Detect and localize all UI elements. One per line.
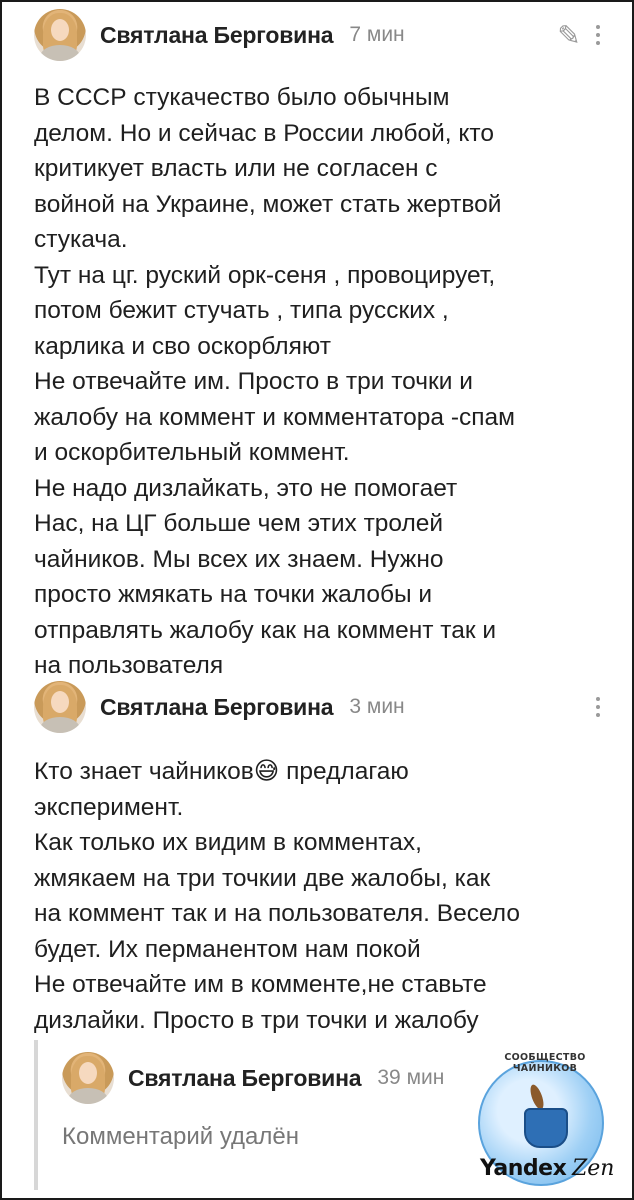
more-dots-icon[interactable] (586, 690, 610, 724)
reply-thread-line (34, 1040, 38, 1190)
comment-time: 3 мин (349, 695, 405, 718)
avatar[interactable] (34, 681, 86, 733)
pencil-icon[interactable]: ✎ (552, 18, 586, 52)
comment-text: В СССР стукачество было обычным делом. Н… (34, 84, 515, 679)
author-name[interactable]: Святлана Берговина (100, 694, 334, 721)
comment-1: Святлана Берговина 7 мин ✎ В СССР стукач… (34, 0, 610, 684)
comment-text: Кто знает чайников😅 предлагаю эксперимен… (34, 758, 520, 1034)
comment-time: 7 мин (349, 23, 405, 46)
avatar[interactable] (62, 1052, 114, 1104)
teacup-icon (524, 1108, 568, 1148)
community-watermark: СООБЩЕСТВО ЧАЙНИКОВ Yandex Zen (472, 1048, 622, 1193)
watermark-brand-right: Zen (572, 1156, 615, 1181)
author-name[interactable]: Святлана Берговина (100, 22, 334, 49)
more-dots-icon[interactable] (586, 18, 610, 52)
watermark-ring-text: СООБЩЕСТВО ЧАЙНИКОВ (504, 1052, 586, 1074)
watermark-brand-left: Yandex (480, 1156, 567, 1181)
comment-time: 39 мин (377, 1066, 445, 1089)
comment-header: Святлана Берговина 3 мин (34, 672, 610, 742)
author-name[interactable]: Святлана Берговина (128, 1065, 362, 1092)
comment-header: Святлана Берговина 7 мин ✎ (34, 0, 610, 70)
comment-2: Святлана Берговина 3 мин Кто знает чайни… (34, 672, 610, 1038)
avatar[interactable] (34, 9, 86, 61)
